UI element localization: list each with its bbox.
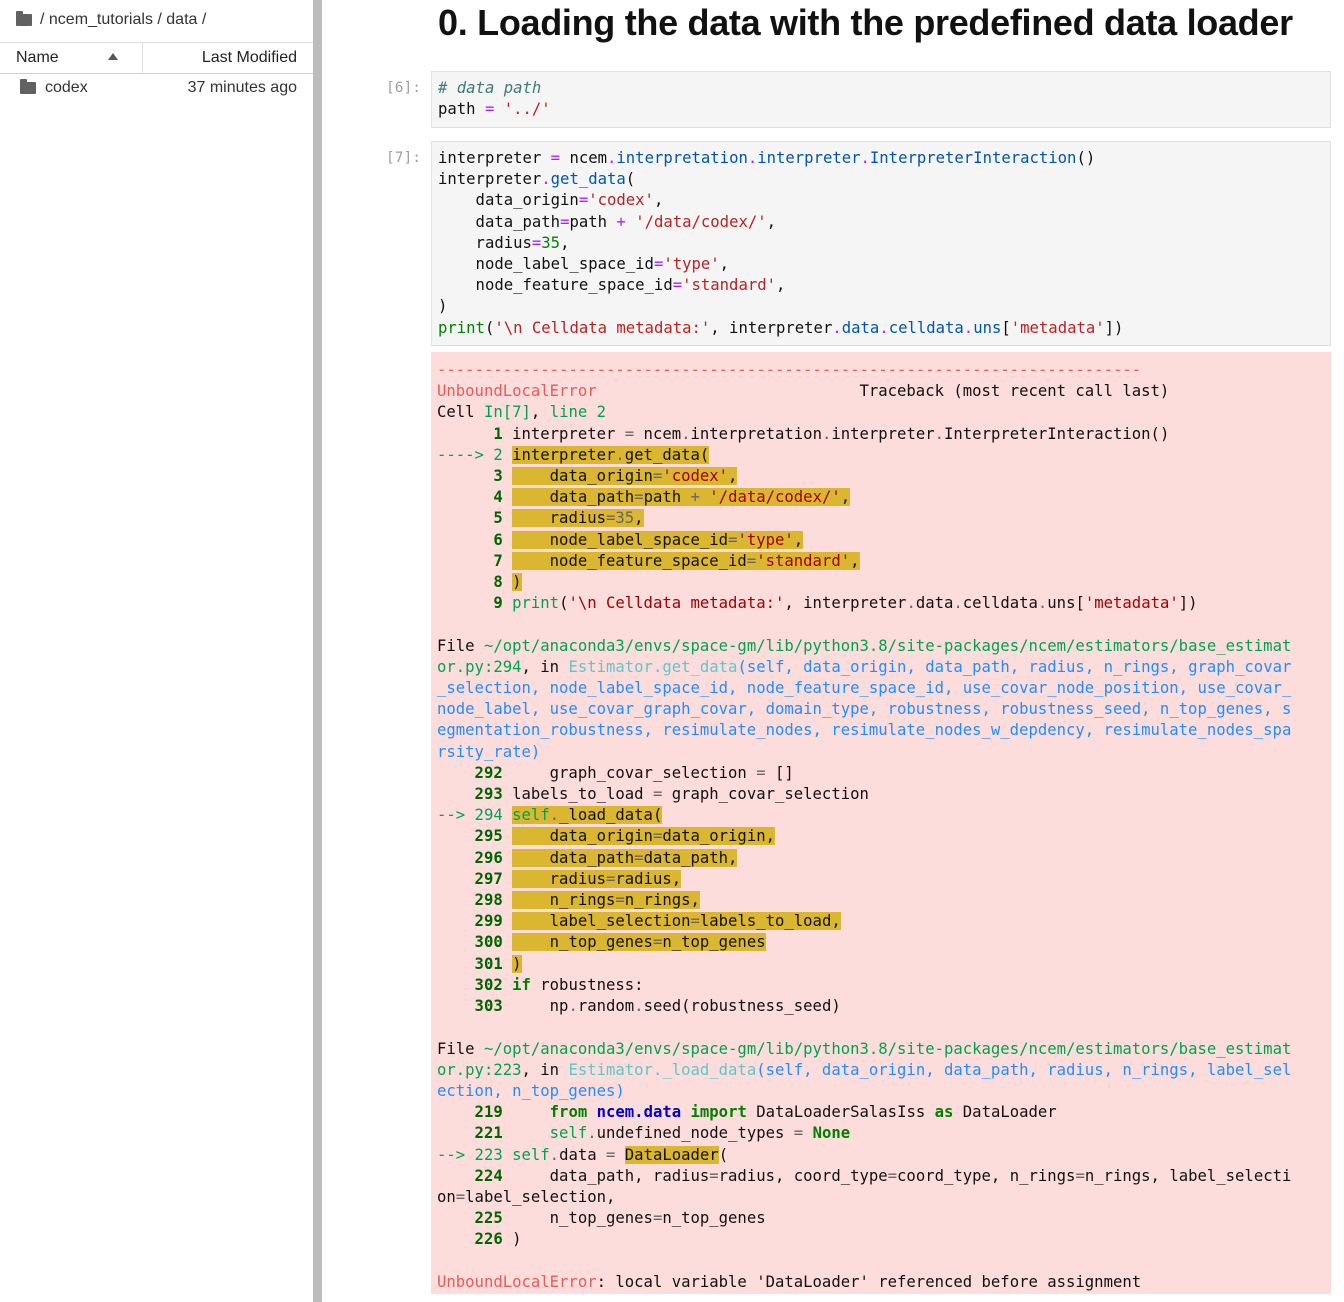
breadcrumb-path[interactable]: / ncem_tutorials / data / (40, 11, 206, 29)
code-cell[interactable]: # data path path = '../' (431, 71, 1331, 128)
file-list-header: Name Last Modified (0, 42, 313, 74)
column-divider[interactable] (142, 43, 143, 73)
column-header-last-modified[interactable]: Last Modified (202, 49, 297, 67)
sidebar-resize-handle[interactable] (313, 0, 322, 1302)
file-browser: / ncem_tutorials / data / Name Last Modi… (0, 0, 313, 1302)
input-prompt: [7]: (386, 150, 421, 166)
file-name: codex (45, 79, 88, 96)
column-header-name[interactable]: Name (16, 49, 59, 67)
cell-editor[interactable]: interpreter = ncem.interpretation.interp… (432, 142, 1330, 339)
error-output: ----------------------------------------… (431, 352, 1331, 1294)
input-prompt: [6]: (386, 80, 421, 96)
folder-icon[interactable] (16, 11, 32, 26)
code-cell[interactable]: interpreter = ncem.interpretation.interp… (431, 141, 1331, 346)
cell-editor[interactable]: # data path path = '../' (432, 72, 1330, 120)
file-list-item[interactable]: codex 37 minutes ago (0, 76, 313, 102)
sort-ascending-icon[interactable] (108, 53, 118, 60)
breadcrumb[interactable]: / ncem_tutorials / data / (16, 8, 206, 32)
markdown-heading: 0. Loading the data with the predefined … (438, 2, 1293, 43)
traceback-rule: ----------------------------------------… (437, 361, 1142, 379)
folder-icon (20, 79, 36, 94)
file-modified: 37 minutes ago (187, 79, 297, 96)
error-name: UnboundLocalError (437, 382, 597, 401)
traceback: ----------------------------------------… (437, 361, 1292, 1291)
